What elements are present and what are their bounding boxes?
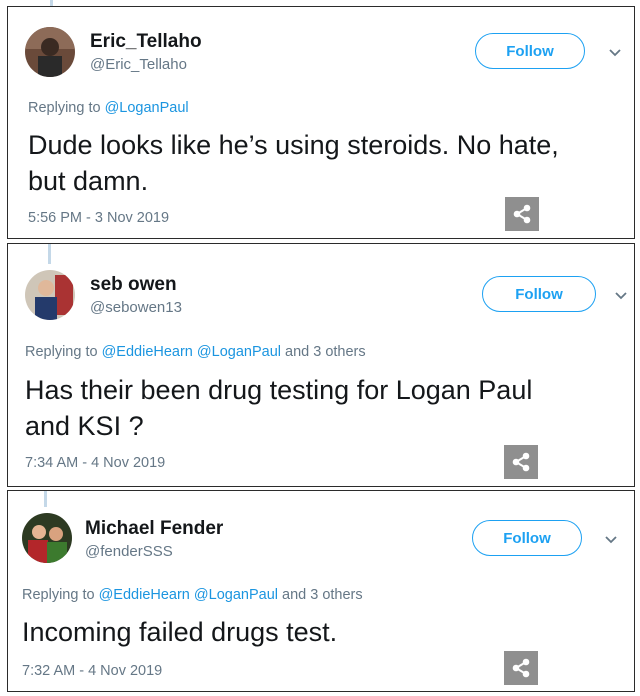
avatar[interactable] [22,513,72,563]
reply-prefix: Replying to [22,587,99,603]
follow-button[interactable]: Follow [472,520,582,556]
share-icon [512,658,530,678]
reply-context: Replying to @LoganPaul [28,100,189,116]
share-button[interactable] [505,197,539,231]
mention-link[interactable]: @LoganPaul [194,587,278,603]
thread-line [44,491,47,507]
tweet-text-line: and KSI ? [25,411,144,441]
reply-context: Replying to @EddieHearn @LoganPaul and 3… [25,344,366,360]
timestamp[interactable]: 5:56 PM - 3 Nov 2019 [28,210,169,226]
share-icon [512,452,530,472]
display-name[interactable]: Michael Fender [85,518,223,540]
tweet-text-line: Dude looks like he’s using steroids. No … [28,130,559,160]
tweet-card: Eric_Tellaho @Eric_Tellaho Follow Replyi… [7,6,635,239]
tweet-text-line: Has their been drug testing for Logan Pa… [25,375,533,405]
tweet-text: Dude looks like he’s using steroids. No … [28,127,559,199]
mention-link[interactable]: @LoganPaul [197,344,281,360]
chevron-down-icon[interactable] [604,535,618,545]
display-name[interactable]: seb owen [90,274,177,296]
share-button[interactable] [504,445,538,479]
reply-prefix: Replying to [25,344,102,360]
chevron-down-icon[interactable] [614,291,628,301]
tweet-card: Michael Fender @fenderSSS Follow Replyin… [7,490,635,692]
share-button[interactable] [504,651,538,685]
display-name[interactable]: Eric_Tellaho [90,31,202,53]
avatar[interactable] [25,27,75,77]
tweet-text-line: but damn. [28,166,149,196]
thread-line [48,244,51,264]
reply-prefix: Replying to [28,100,105,116]
avatar[interactable] [25,270,75,320]
reply-context: Replying to @EddieHearn @LoganPaul and 3… [22,587,363,603]
tweet-text-line: Incoming failed drugs test. [22,617,338,647]
tweet-text: Incoming failed drugs test. [22,614,337,650]
mention-link[interactable]: @LoganPaul [105,100,189,116]
follow-button[interactable]: Follow [475,33,585,69]
user-handle[interactable]: @fenderSSS [85,543,173,560]
mention-link[interactable]: @EddieHearn [99,587,190,603]
tweet-text: Has their been drug testing for Logan Pa… [25,372,532,444]
follow-button[interactable]: Follow [482,276,596,312]
reply-others[interactable]: and 3 others [281,344,366,360]
timestamp[interactable]: 7:32 AM - 4 Nov 2019 [22,663,162,679]
tweet-card: seb owen @sebowen13 Follow Replying to @… [7,243,635,487]
reply-others[interactable]: and 3 others [278,587,363,603]
user-handle[interactable]: @sebowen13 [90,299,182,316]
chevron-down-icon[interactable] [608,48,622,58]
share-icon [513,204,531,224]
timestamp[interactable]: 7:34 AM - 4 Nov 2019 [25,455,165,471]
mention-link[interactable]: @EddieHearn [102,344,193,360]
user-handle[interactable]: @Eric_Tellaho [90,56,187,73]
